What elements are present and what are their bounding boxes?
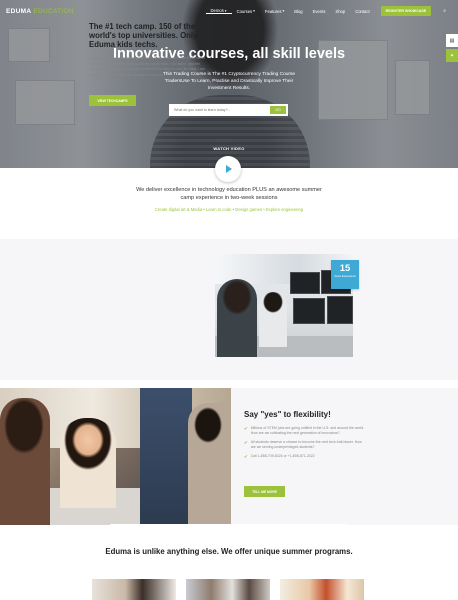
list-item-text: Millions of STEM jobs are going unfilled… (250, 426, 365, 435)
program-image[interactable] (92, 579, 176, 600)
camp-title: The #1 tech camp. 150 of the world's top… (89, 22, 198, 49)
flexibility-list: ✔ Millions of STEM jobs are going unfille… (244, 426, 367, 463)
intro-text: We deliver excellence in technology educ… (136, 187, 322, 201)
photo-monitor (293, 298, 325, 324)
menu-item-events[interactable]: Events (308, 9, 331, 14)
play-video-button[interactable] (215, 156, 241, 182)
menu-label: Events (312, 8, 326, 14)
hero-search-bar: GO (169, 104, 288, 116)
search-submit-button[interactable]: GO (270, 106, 286, 114)
hero-title: Innovative courses, all skill levels (112, 46, 346, 62)
watch-video-label: WATCH VIDEO (213, 146, 245, 151)
search-input[interactable] (169, 108, 270, 112)
chevron-down-icon: ▾ (253, 9, 255, 13)
view-techcamps-button[interactable]: VIEW TECHCAMPS (89, 95, 136, 106)
logo-accent: EDUCATION (33, 7, 74, 15)
search-icon[interactable]: ⌕ (443, 8, 446, 14)
register-button[interactable]: REGISTER SHOWCASE (380, 6, 432, 16)
menu-item-shop[interactable]: Shop (330, 9, 350, 14)
photo-person (140, 388, 192, 525)
program-image[interactable] (280, 579, 364, 600)
photo-person (60, 418, 116, 508)
experience-badge: 15 Years Experience (331, 260, 359, 289)
menu-label: Features (264, 8, 282, 14)
menu-label: Contact (355, 8, 370, 14)
list-item-text: All students deserve a chance to become … (250, 440, 362, 449)
check-icon: ✔ (244, 454, 248, 459)
program-image[interactable] (186, 579, 270, 600)
logo[interactable]: EDUMA EDUCATION (6, 8, 74, 15)
main-menu: Demos ▾ Courses ▾ Features ▾ Blog Events Sh… (205, 6, 452, 16)
list-item: ✔ Call 1-888-709-8324 or +1-808-871-2022 (244, 454, 367, 459)
camp-description: A wonderful serenity has taken possessio… (89, 56, 205, 77)
menu-item-contact[interactable]: Contact (350, 9, 374, 14)
menu-item-courses[interactable]: Courses ▾ (232, 9, 260, 14)
menu-label: Blog (294, 8, 303, 14)
unique-title: Eduma is unlike anything else. We offer … (105, 547, 353, 556)
chevron-down-icon: ▾ (224, 8, 227, 13)
photo-person (217, 279, 257, 357)
logo-main: EDUMA (6, 7, 32, 15)
photo-monitor (290, 272, 320, 294)
flexibility-title: Say "yes" to flexibility! (244, 410, 331, 419)
badge-label: Years Experience (334, 274, 356, 278)
check-icon: ✔ (244, 440, 248, 445)
menu-label: Shop (335, 8, 346, 14)
chevron-down-icon: ▾ (282, 9, 285, 13)
menu-item-blog[interactable]: Blog (289, 9, 307, 14)
list-item-text: Call 1-888-709-8324 or +1-808-871-2022 (250, 454, 315, 458)
list-item: ✔ All students deserve a chance to become… (244, 440, 367, 450)
menu-item-features[interactable]: Features ▾ (260, 9, 289, 14)
page: EDUMA EDUCATION Demos ▾ Courses ▾ Features… (0, 0, 458, 600)
menu-label: Demos (210, 8, 224, 13)
menu-item-demos[interactable]: Demos ▾ (205, 8, 232, 14)
intro-section: We deliver excellence in technology educ… (0, 186, 458, 212)
intro-tags: Create digital art & Media • Learn to co… (154, 207, 304, 212)
photo-monitor (327, 296, 353, 324)
play-icon (226, 165, 232, 173)
photo-person (0, 398, 50, 525)
menu-label: Courses (236, 8, 253, 14)
check-icon: ✔ (244, 426, 248, 431)
students-photo (0, 388, 231, 525)
list-item: ✔ Millions of STEM jobs are going unfille… (244, 426, 367, 436)
top-nav: EDUMA EDUCATION Demos ▾ Courses ▾ Features… (0, 0, 458, 22)
hero-section: EDUMA EDUCATION Demos ▾ Courses ▾ Features… (0, 0, 458, 168)
photo-person (259, 292, 287, 347)
tell-me-more-button[interactable]: TELL ME MORE (244, 486, 285, 497)
photo-person (188, 403, 231, 525)
